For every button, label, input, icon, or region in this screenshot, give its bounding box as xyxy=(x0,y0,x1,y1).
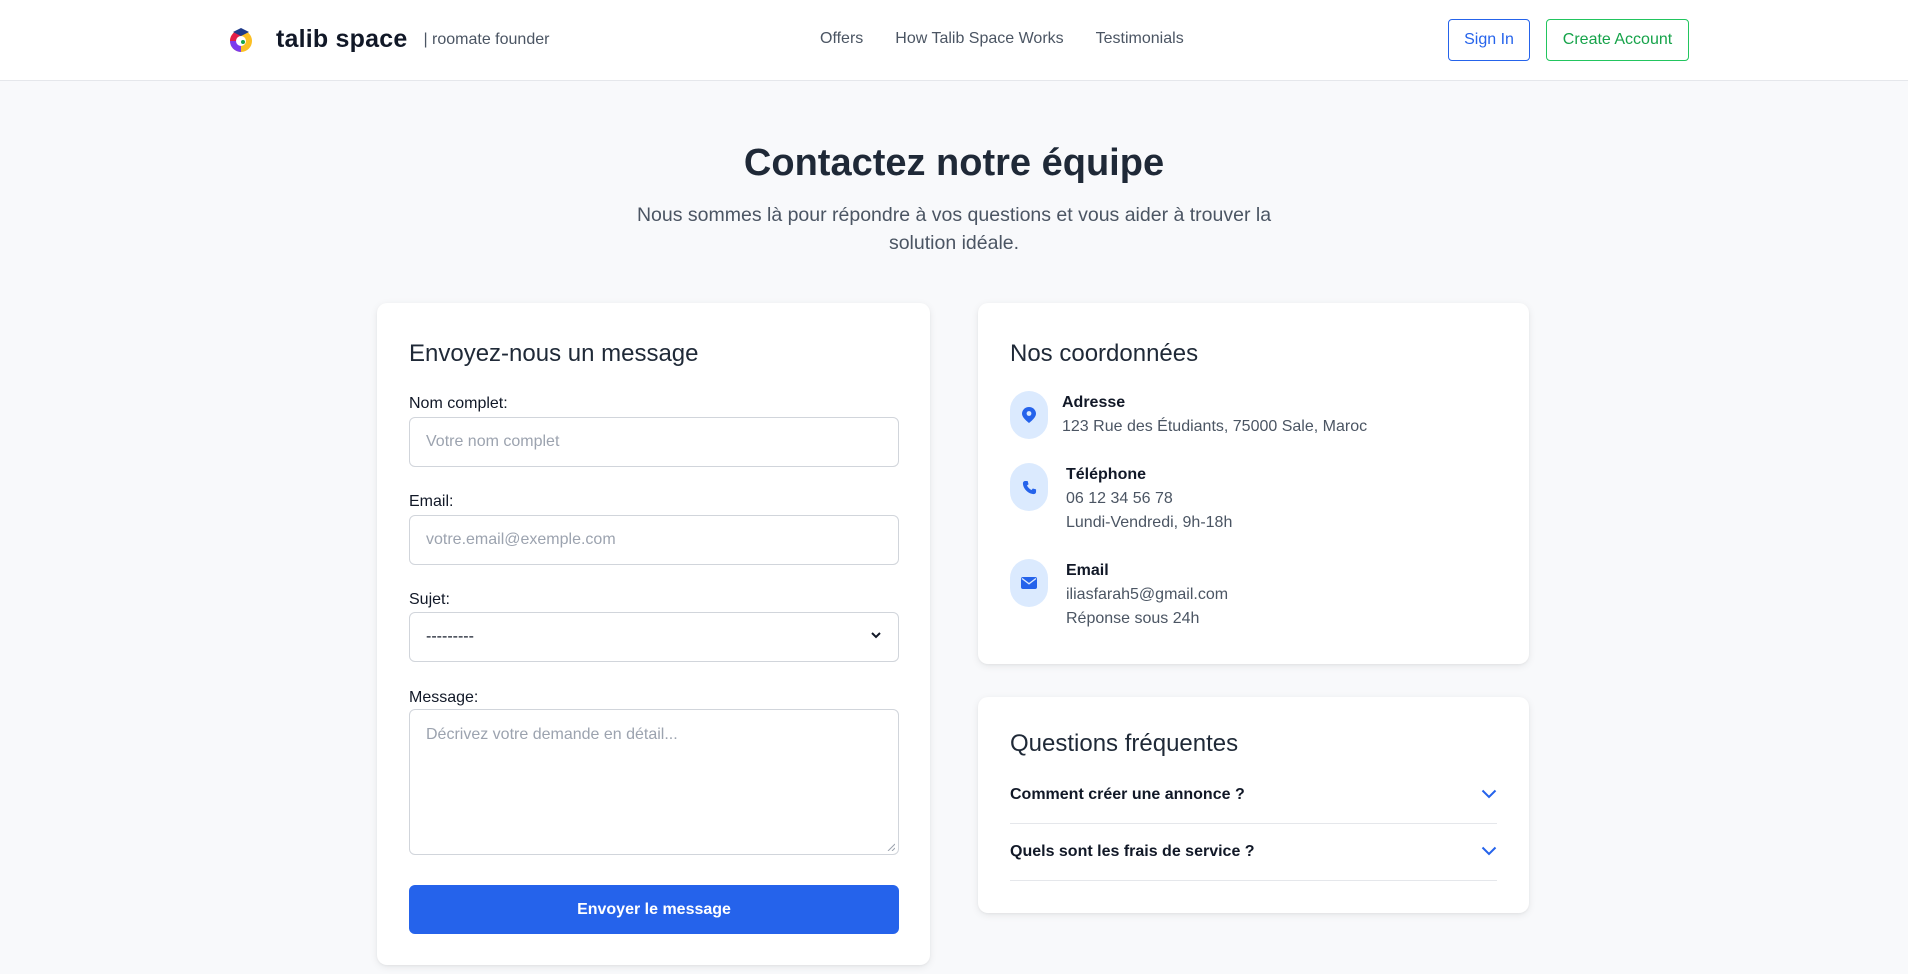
full-name-input[interactable] xyxy=(409,417,899,467)
page-title: Contactez notre équipe xyxy=(743,142,1165,184)
chevron-down-icon xyxy=(870,628,882,646)
location-pin-icon xyxy=(1010,391,1048,439)
info-email: Email iliasfarah5@gmail.com Réponse sous… xyxy=(1010,559,1228,631)
message-textarea[interactable]: Décrivez votre demande en détail... xyxy=(409,709,899,855)
envelope-icon xyxy=(1010,559,1048,607)
message-label: Message: xyxy=(409,689,479,706)
brand-tagline: | roomate founder xyxy=(423,31,550,48)
name-label: Nom complet: xyxy=(409,395,508,412)
address-title: Adresse xyxy=(1062,394,1126,411)
phone-number: 06 12 34 56 78 xyxy=(1066,490,1173,507)
faq-item[interactable]: Quels sont les frais de service ? xyxy=(1010,824,1497,881)
subject-label: Sujet: xyxy=(409,591,450,608)
contact-form-card: Envoyez-nous un message Nom complet: Ema… xyxy=(377,303,930,965)
logo-icon xyxy=(226,24,256,54)
chevron-down-icon xyxy=(1481,786,1497,804)
subject-selected-value: --------- xyxy=(426,628,474,645)
email-input[interactable] xyxy=(409,515,899,565)
main-nav: Offers How Talib Space Works Testimonial… xyxy=(820,30,1184,48)
sign-in-button[interactable]: Sign In xyxy=(1448,19,1530,61)
faq-card: Questions fréquentes Comment créer une a… xyxy=(978,697,1529,913)
nav-link-how-it-works[interactable]: How Talib Space Works xyxy=(895,30,1063,48)
info-phone: Téléphone 06 12 34 56 78 Lundi-Vendredi,… xyxy=(1010,463,1232,535)
email-address[interactable]: iliasfarah5@gmail.com xyxy=(1066,583,1228,607)
brand[interactable]: talib space | roomate founder xyxy=(226,24,549,54)
faq-item[interactable]: Comment créer une annonce ? xyxy=(1010,767,1497,824)
info-address: Adresse 123 Rue des Étudiants, 75000 Sal… xyxy=(1010,391,1367,439)
nav-link-testimonials[interactable]: Testimonials xyxy=(1096,30,1184,48)
form-title: Envoyez-nous un message xyxy=(409,340,699,367)
email-label: Email: xyxy=(409,493,454,510)
brand-name: talib space xyxy=(276,24,408,53)
phone-icon xyxy=(1010,463,1048,511)
page-subtitle: Nous sommes là pour répondre à vos quest… xyxy=(636,204,1272,254)
email-response-time: Réponse sous 24h xyxy=(1066,610,1200,627)
chevron-down-icon xyxy=(1481,843,1497,861)
top-navbar: talib space | roomate founder Offers How… xyxy=(0,0,1908,81)
phone-title: Téléphone xyxy=(1066,466,1147,483)
faq-question: Comment créer une annonce ? xyxy=(1010,786,1245,803)
email-title: Email xyxy=(1066,562,1109,579)
phone-hours: Lundi-Vendredi, 9h-18h xyxy=(1066,514,1233,531)
nav-link-offers[interactable]: Offers xyxy=(820,30,863,48)
address-line: 123 Rue des Étudiants, 75000 Sale, Maroc xyxy=(1062,418,1368,435)
send-message-button[interactable]: Envoyer le message xyxy=(409,885,899,934)
message-placeholder: Décrivez votre demande en détail... xyxy=(426,726,678,743)
contact-info-card: Nos coordonnées Adresse 123 Rue des Étud… xyxy=(978,303,1529,664)
contact-info-title: Nos coordonnées xyxy=(1010,340,1199,367)
faq-title: Questions fréquentes xyxy=(1010,730,1239,757)
resize-handle-icon[interactable] xyxy=(887,843,895,851)
create-account-button[interactable]: Create Account xyxy=(1546,19,1689,61)
faq-question: Quels sont les frais de service ? xyxy=(1010,843,1255,860)
subject-select[interactable]: --------- xyxy=(409,612,899,662)
